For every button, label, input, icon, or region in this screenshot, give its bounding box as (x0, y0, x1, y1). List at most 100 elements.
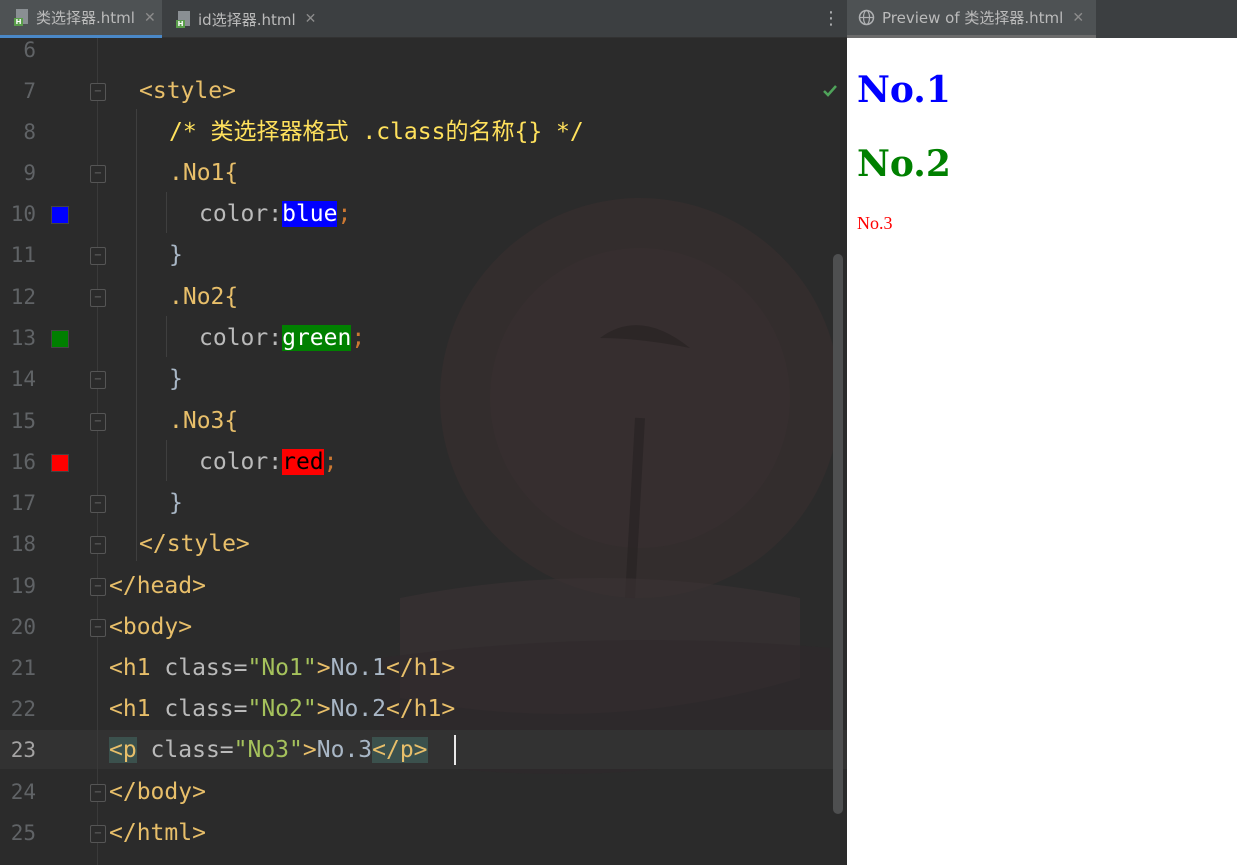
code-text: /* 类选择器格式 .class的名称{} */ (169, 112, 584, 153)
code-line: 8 /* 类选择器格式 .class的名称{} */ (0, 112, 847, 153)
code-token: <h1 (109, 655, 165, 681)
code-editor[interactable]: 6 7 − <style> 8 /* 类选择器格式 .class的名称{} */… (0, 38, 847, 865)
code-token: > (302, 737, 317, 763)
line-number: 12 (10, 285, 36, 309)
code-color-value: green (282, 325, 352, 351)
line-number: 15 (10, 409, 36, 433)
code-line: 22 <h1 class="No2">No.2</h1> (0, 689, 847, 730)
vertical-ellipsis-icon[interactable]: ⋮ (822, 8, 840, 30)
globe-icon (858, 9, 875, 26)
line-number: 16 (10, 450, 36, 474)
line-number: 9 (23, 161, 36, 185)
html-file-icon: H (176, 10, 191, 28)
code-token: </h1> (385, 655, 456, 681)
code-line: 19 − </head> (0, 566, 847, 607)
code-token-matched: </p> (372, 737, 428, 763)
code-selector: .No3{ (169, 408, 239, 434)
code-attribute: class= (164, 696, 248, 722)
preview-tab-bar: Preview of 类选择器.html ✕ (847, 0, 1237, 38)
code-line: 15 − .No3{ (0, 401, 847, 442)
code-text: </body> (109, 772, 206, 813)
code-line: 21 <h1 class="No1">No.1</h1> (0, 648, 847, 689)
preview-heading-no1: No.1 (857, 69, 951, 111)
code-text: } (169, 359, 183, 400)
code-text: color:green; (199, 318, 365, 359)
code-text: .No2{ (169, 277, 238, 318)
code-text: </html> (109, 813, 206, 854)
line-number: 11 (10, 243, 36, 267)
color-swatch-green[interactable] (51, 330, 69, 348)
line-number: 13 (10, 326, 36, 350)
fold-toggle-icon[interactable]: − (90, 371, 106, 389)
code-text: .No3{ (169, 401, 238, 442)
vertical-scrollbar[interactable] (833, 254, 843, 814)
close-icon[interactable]: ✕ (305, 11, 317, 27)
line-number: 10 (10, 202, 36, 226)
code-token: </h1> (385, 696, 456, 722)
code-property: color: (199, 325, 283, 351)
fold-toggle-icon[interactable]: − (90, 825, 106, 843)
tab-preview[interactable]: Preview of 类选择器.html ✕ (847, 0, 1097, 38)
fold-toggle-icon[interactable]: − (90, 413, 106, 431)
code-token: </head> (109, 573, 206, 599)
code-text: color:red; (199, 442, 338, 483)
code-token: <style> (139, 78, 236, 104)
line-number: 23 (10, 738, 36, 762)
code-line: 12 − .No2{ (0, 277, 847, 318)
fold-toggle-icon[interactable]: − (90, 165, 106, 183)
line-number: 20 (10, 615, 36, 639)
code-string: "No2" (247, 696, 317, 722)
code-attribute: class= (164, 655, 248, 681)
tab-class-selector-html[interactable]: H 类选择器.html ✕ (0, 0, 162, 38)
fold-toggle-icon[interactable]: − (90, 536, 106, 554)
fold-toggle-icon[interactable]: − (90, 619, 106, 637)
fold-toggle-icon[interactable]: − (90, 495, 106, 513)
code-text: </style> (139, 524, 250, 565)
code-token: </html> (109, 820, 206, 846)
tab-id-selector-html[interactable]: H id选择器.html ✕ (162, 0, 326, 38)
fold-toggle-icon[interactable]: − (90, 578, 106, 596)
html-file-icon: H (14, 9, 29, 26)
code-line: 13 color:green; (0, 318, 847, 359)
line-number: 6 (23, 38, 36, 62)
fold-toggle-icon[interactable]: − (90, 247, 106, 265)
color-swatch-blue[interactable] (51, 206, 69, 224)
line-number: 24 (10, 780, 36, 804)
code-selector: .No1{ (169, 160, 239, 186)
tab-label: Preview of 类选择器.html (882, 9, 1064, 27)
code-line: 25 − </html> (0, 813, 847, 854)
line-number: 19 (10, 574, 36, 598)
code-line: 11 − } (0, 235, 847, 276)
code-color-value: blue (282, 201, 338, 227)
line-number: 8 (23, 120, 36, 144)
preview-paragraph-no3: No.3 (857, 213, 893, 233)
code-text-content: No.3 (316, 737, 373, 763)
close-icon[interactable]: ✕ (1072, 10, 1084, 26)
color-swatch-red[interactable] (51, 454, 69, 472)
code-token: <body> (109, 614, 193, 640)
code-token: <h1 (109, 696, 165, 722)
editor-pane: H 类选择器.html ✕ H id选择器.html ✕ ⋮ 6 7 − <st… (0, 0, 847, 865)
editor-tab-bar: H 类选择器.html ✕ H id选择器.html ✕ ⋮ (0, 0, 847, 38)
code-text: } (169, 235, 183, 276)
preview-heading-no2: No.2 (857, 143, 951, 185)
line-number: 18 (10, 532, 36, 556)
fold-toggle-icon[interactable]: − (90, 83, 106, 101)
code-line: 14 − } (0, 359, 847, 400)
code-token: > (316, 696, 331, 722)
code-text: <style> (139, 71, 236, 112)
line-number: 7 (23, 79, 36, 103)
code-semicolon: ; (351, 325, 366, 351)
text-caret (454, 735, 456, 765)
code-brace: } (169, 366, 183, 392)
fold-toggle-icon[interactable]: − (90, 289, 106, 307)
checkmark-icon[interactable] (821, 82, 839, 100)
tab-label: 类选择器.html (36, 9, 135, 27)
code-line-current: 23 <p class="No3">No.3</p> (0, 730, 847, 771)
close-icon[interactable]: ✕ (144, 10, 156, 26)
code-line: 10 color:blue; (0, 194, 847, 235)
line-number: 14 (10, 367, 36, 391)
fold-toggle-icon[interactable]: − (90, 784, 106, 802)
code-text: .No1{ (169, 153, 238, 194)
code-text: </head> (109, 566, 206, 607)
